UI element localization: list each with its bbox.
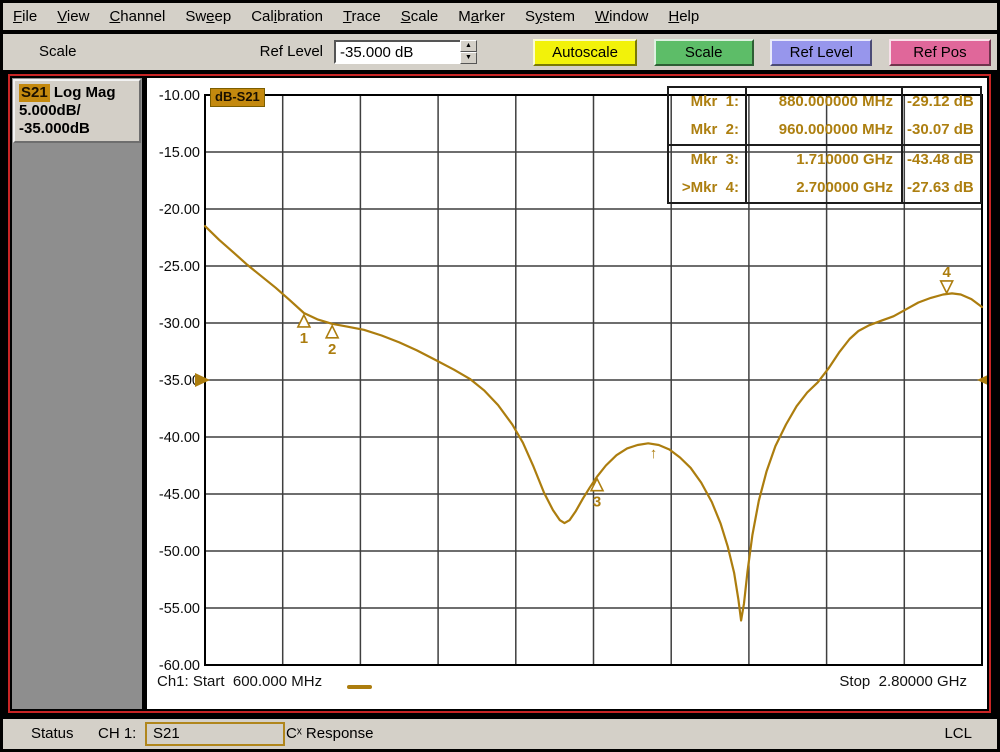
marker-group: Mkr 1:880.000000 MHz-29.12 dBMkr 2:960.0… [667,86,982,146]
marker-value: -29.12 dB [901,88,980,116]
marker-readout-row: Mkr 1:880.000000 MHz-29.12 dB [669,88,980,116]
autoscale-button[interactable]: Autoscale [533,39,637,66]
menu-scale[interactable]: Scale [391,4,449,29]
ref-level-spinner: ▲ ▼ [460,40,477,64]
menu-trace[interactable]: Trace [333,4,391,29]
toolbar-buttons: Autoscale Scale Ref Level Ref Pos [533,39,991,66]
marker-frequency: 2.700000 GHz [745,174,901,202]
ref-level-button[interactable]: Ref Level [770,39,872,66]
channel-label: CH 1: [98,725,136,742]
vna-application-window: { "menu": { "items": [ {"label": "File",… [0,0,1000,752]
ref-level-label: Ref Level [243,43,323,60]
menu-view[interactable]: View [47,4,99,29]
menu-marker[interactable]: Marker [448,4,515,29]
marker-value: -30.07 dB [901,116,980,144]
marker-1-number: 1 [300,330,308,347]
scale-button[interactable]: Scale [654,39,754,66]
cal-status-label: Cˣ Response [286,725,373,742]
menu-system[interactable]: System [515,4,585,29]
start-frequency-label: Ch1: Start 600.000 MHz [157,673,322,690]
marker-group: Mkr 3:1.710000 GHz-43.48 dB>Mkr 4:2.7000… [667,144,982,204]
menu-window[interactable]: Window [585,4,658,29]
sweep-range-labels: Ch1: Start 600.000 MHz Stop 2.80000 GHz [147,673,987,695]
trace-param-badge: S21 [19,84,50,102]
marker-value: -43.48 dB [901,146,980,174]
local-mode-label: LCL [944,725,972,742]
y-axis-tick-label: -40.00 [159,430,200,446]
menu-sweep[interactable]: Sweep [175,4,241,29]
display-area: S21 Log Mag 5.000dB/ -35.000dB -10.00 -15… [8,74,991,713]
marker-value: -27.63 dB [901,174,980,202]
ref-level-arrow-left [195,373,210,387]
menu-calibration[interactable]: Calibration [241,4,333,29]
trace-color-legend [347,685,372,689]
marker-label: Mkr 1: [669,88,745,116]
marker-1-triangle [298,315,310,327]
marker-frequency: 880.000000 MHz [745,88,901,116]
trace-scale-label: 5.000dB/ [19,102,135,120]
spinner-down-button[interactable]: ▼ [460,52,477,64]
marker-2-triangle [326,326,338,338]
y-axis-tick-label: -30.00 [159,316,200,332]
ref-pos-button[interactable]: Ref Pos [889,39,991,66]
trace-format-label: Log Mag [50,84,116,101]
scale-toolbar: Scale Ref Level ▲ ▼ Autoscale Scale Ref Le… [3,34,997,70]
y-axis-tick-label: -60.00 [159,658,200,674]
peak-arrow-indicator: ↑ [650,445,658,462]
marker-4-triangle [941,281,953,293]
status-bar: Status CH 1: S21 Cˣ Response LCL [3,719,997,749]
active-trace-box: S21 [145,722,285,746]
y-axis-tick-label: -50.00 [159,544,200,560]
marker-frequency: 960.000000 MHz [745,116,901,144]
marker-2-number: 2 [328,341,336,358]
menu-file[interactable]: File [3,4,47,29]
menu-channel[interactable]: Channel [99,4,175,29]
chart-panel: -10.00 -15.00 -20.00 -25.00 -30.00 -35.00 -40.… [147,78,987,709]
y-axis-tick-label: -15.00 [159,145,200,161]
menu-bar: FileViewChannelSweepCalibrationTraceScal… [3,3,997,32]
y-axis-tick-label: -10.00 [159,88,200,104]
marker-label: >Mkr 4: [669,174,745,202]
ref-level-input[interactable] [334,40,462,64]
marker-frequency: 1.710000 GHz [745,146,901,174]
y-axis-tick-label: -35.00 [159,373,200,389]
toolbar-mode-label: Scale [39,43,77,60]
trace-reflevel-label: -35.000dB [19,120,135,138]
marker-4-number: 4 [943,264,952,281]
marker-3-number: 3 [593,494,601,511]
marker-label: Mkr 2: [669,116,745,144]
stop-frequency-label: Stop 2.80000 GHz [839,673,967,690]
trace-info-line1: S21 Log Mag [19,84,135,102]
spinner-up-button[interactable]: ▲ [460,40,477,52]
status-label: Status [31,725,74,742]
trace-info-box[interactable]: S21 Log Mag 5.000dB/ -35.000dB [13,79,141,143]
y-axis-tick-label: -45.00 [159,487,200,503]
y-axis-tick-label: -25.00 [159,259,200,275]
marker-readout-row: >Mkr 4:2.700000 GHz-27.63 dB [669,174,980,202]
menu-help[interactable]: Help [658,4,709,29]
chart-title-badge: dB-S21 [210,88,265,107]
marker-readout-row: Mkr 2:960.000000 MHz-30.07 dB [669,116,980,144]
marker-readout-table: Mkr 1:880.000000 MHz-29.12 dBMkr 2:960.0… [667,86,982,204]
marker-readout-row: Mkr 3:1.710000 GHz-43.48 dB [669,146,980,174]
trace-status-panel: S21 Log Mag 5.000dB/ -35.000dB [12,78,142,709]
marker-label: Mkr 3: [669,146,745,174]
y-axis-tick-label: -55.00 [159,601,200,617]
y-axis-tick-label: -20.00 [159,202,200,218]
